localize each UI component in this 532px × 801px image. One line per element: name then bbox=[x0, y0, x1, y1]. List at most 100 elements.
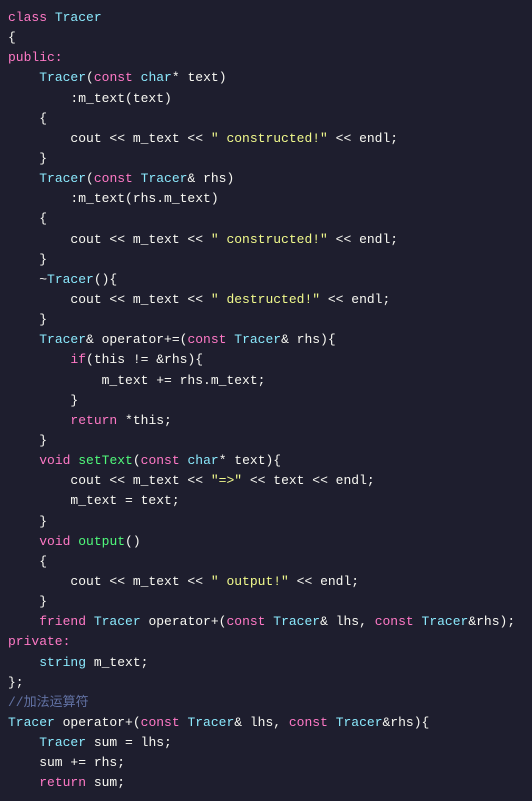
code-token: * text){ bbox=[219, 453, 281, 468]
code-token: Tracer bbox=[39, 171, 86, 186]
code-token bbox=[8, 735, 39, 750]
code-token: const bbox=[141, 453, 188, 468]
code-line: friend Tracer operator+(const Tracer& lh… bbox=[0, 612, 532, 632]
code-token: ~ bbox=[8, 272, 47, 287]
code-line: string m_text; bbox=[0, 653, 532, 673]
code-token: } bbox=[8, 393, 78, 408]
code-token: const bbox=[141, 715, 188, 730]
code-line: :m_text(rhs.m_text) bbox=[0, 189, 532, 209]
code-token: " constructed!" bbox=[211, 131, 328, 146]
code-line: } bbox=[0, 310, 532, 330]
code-token: cout << m_text << bbox=[8, 574, 211, 589]
code-token: } bbox=[8, 252, 47, 267]
code-token: class bbox=[8, 10, 55, 25]
code-token: void bbox=[39, 534, 78, 549]
code-token: string bbox=[39, 655, 86, 670]
code-token: << endl; bbox=[320, 292, 390, 307]
code-line: { bbox=[0, 28, 532, 48]
code-token: text) bbox=[187, 70, 226, 85]
code-token: & lhs, bbox=[320, 614, 375, 629]
code-token: " output!" bbox=[211, 574, 289, 589]
code-token: Tracer bbox=[273, 614, 320, 629]
code-token: private: bbox=[8, 634, 70, 649]
code-token: *this; bbox=[117, 413, 172, 428]
code-line: public: bbox=[0, 48, 532, 68]
code-token bbox=[8, 171, 39, 186]
code-line: { bbox=[0, 552, 532, 572]
code-token: char bbox=[187, 453, 218, 468]
code-token: { bbox=[8, 111, 47, 126]
code-token: } bbox=[8, 514, 47, 529]
code-token: (this != &rhs){ bbox=[86, 352, 203, 367]
code-token: } bbox=[8, 312, 47, 327]
code-token: Tracer bbox=[39, 735, 86, 750]
code-token: operator+( bbox=[55, 715, 141, 730]
code-line: m_text += rhs.m_text; bbox=[0, 371, 532, 391]
code-line: Tracer(const char* text) bbox=[0, 68, 532, 88]
code-token: friend bbox=[8, 614, 94, 629]
code-token: cout << m_text << bbox=[8, 131, 211, 146]
code-token: m_text = text; bbox=[8, 493, 180, 508]
code-token: { bbox=[8, 30, 16, 45]
code-token: & lhs, bbox=[234, 715, 289, 730]
code-line: cout << m_text << "=>" << text << endl; bbox=[0, 471, 532, 491]
code-token: :m_text(rhs.m_text) bbox=[8, 191, 219, 206]
code-token: &rhs){ bbox=[383, 715, 430, 730]
code-line: } bbox=[0, 592, 532, 612]
code-token bbox=[8, 413, 70, 428]
code-token: cout << m_text << bbox=[8, 232, 211, 247]
code-token: const bbox=[289, 715, 336, 730]
code-line: class Tracer bbox=[0, 8, 532, 28]
code-token bbox=[8, 775, 39, 790]
code-token: ( bbox=[133, 453, 141, 468]
code-line: //加法运算符 bbox=[0, 693, 532, 713]
code-token: const bbox=[94, 70, 141, 85]
code-line: void output() bbox=[0, 532, 532, 552]
code-token: void bbox=[39, 453, 78, 468]
code-token: const bbox=[187, 332, 234, 347]
code-token: m_text; bbox=[86, 655, 148, 670]
code-line: void setText(const char* text){ bbox=[0, 451, 532, 471]
code-token: } bbox=[8, 151, 47, 166]
code-line: } bbox=[0, 149, 532, 169]
code-line: Tracer sum = lhs; bbox=[0, 733, 532, 753]
code-line: } bbox=[0, 431, 532, 451]
code-token bbox=[8, 453, 39, 468]
code-line: sum += rhs; bbox=[0, 753, 532, 773]
code-line: { bbox=[0, 209, 532, 229]
code-token: m_text += rhs.m_text; bbox=[8, 373, 265, 388]
code-token: public: bbox=[8, 50, 63, 65]
code-line: } bbox=[0, 391, 532, 411]
code-line: cout << m_text << " constructed!" << end… bbox=[0, 230, 532, 250]
code-token: } bbox=[8, 433, 47, 448]
code-token: Tracer bbox=[141, 171, 188, 186]
code-token bbox=[8, 655, 39, 670]
code-token: Tracer bbox=[422, 614, 469, 629]
code-token: &rhs); bbox=[468, 614, 515, 629]
code-token: () bbox=[125, 534, 141, 549]
code-token: if bbox=[70, 352, 86, 367]
code-token: Tracer bbox=[187, 715, 234, 730]
code-token: } bbox=[8, 594, 47, 609]
code-token: { bbox=[8, 211, 47, 226]
code-token: Tracer bbox=[47, 272, 94, 287]
code-token: : bbox=[8, 91, 78, 106]
code-token: }; bbox=[8, 675, 24, 690]
code-line: cout << m_text << " destructed!" << endl… bbox=[0, 290, 532, 310]
code-line: private: bbox=[0, 632, 532, 652]
code-line: :m_text(text) bbox=[0, 89, 532, 109]
code-line: return *this; bbox=[0, 411, 532, 431]
code-token: Tracer bbox=[94, 614, 141, 629]
code-token: << text << endl; bbox=[242, 473, 375, 488]
code-token bbox=[8, 332, 39, 347]
code-line: cout << m_text << " constructed!" << end… bbox=[0, 129, 532, 149]
code-token: { bbox=[8, 554, 47, 569]
code-token: << endl; bbox=[289, 574, 359, 589]
code-token: const bbox=[375, 614, 422, 629]
code-token: (){ bbox=[94, 272, 117, 287]
code-token: cout << m_text << bbox=[8, 292, 211, 307]
code-line: } bbox=[0, 512, 532, 532]
code-token: sum; bbox=[86, 775, 125, 790]
code-token bbox=[8, 70, 39, 85]
code-token: return bbox=[70, 413, 117, 428]
